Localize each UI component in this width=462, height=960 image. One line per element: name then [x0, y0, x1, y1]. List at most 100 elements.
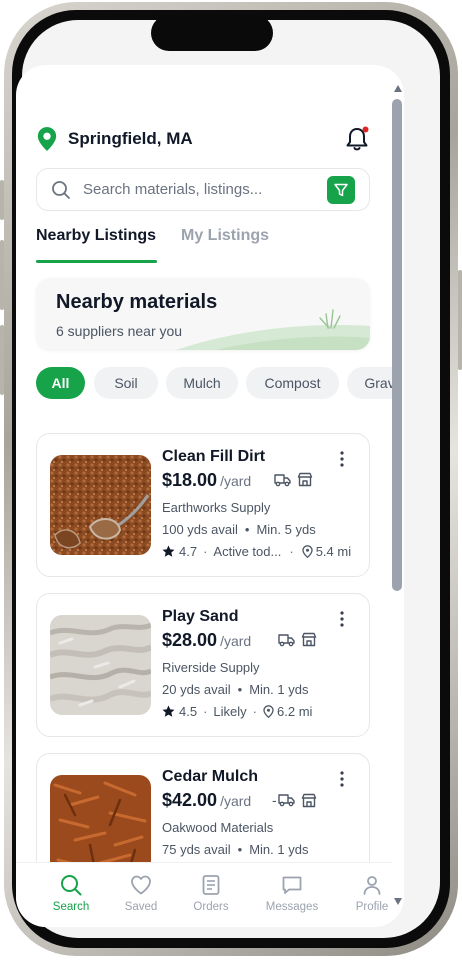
heart-icon [131, 875, 151, 895]
nav-messages-label: Messages [265, 901, 319, 913]
delivery-prefix: - [272, 792, 277, 808]
filter-icon [334, 183, 348, 197]
more-options-icon[interactable] [339, 451, 345, 467]
search-icon [61, 875, 82, 896]
listing-image-play-sand [50, 615, 151, 715]
minimum-order: Min. 1 yds [249, 682, 309, 697]
listing-title[interactable]: Play Sand [162, 608, 238, 626]
notification-bell-icon[interactable] [344, 125, 370, 153]
chip-soil[interactable]: Soil [94, 367, 158, 399]
supplier-name[interactable]: Oakwood Materials [162, 820, 273, 835]
location-pin-icon[interactable] [36, 126, 58, 152]
location-label[interactable]: Springfield, MA [68, 129, 193, 149]
listing-title[interactable]: Cedar Mulch [162, 768, 258, 786]
pickup-store-icon [301, 793, 316, 807]
listing-tabs: Nearby Listings My Listings [36, 227, 376, 267]
nav-orders-label: Orders [193, 901, 229, 913]
listing-meta: 4.5 · Likely · 6.2 mi [162, 704, 312, 719]
rating-value: 4.7 [179, 544, 198, 559]
pickup-store-icon [297, 472, 313, 487]
fulfillment-icons [274, 472, 313, 487]
banner-title: Nearby materials [56, 291, 218, 313]
price-unit: /yard [220, 473, 252, 489]
listing-price: $28.00/yard [162, 630, 251, 651]
scrollbar-thumb[interactable] [392, 99, 402, 591]
nav-search[interactable]: Search [36, 873, 106, 913]
availability: 100 yds avail • Min. 5 yds [162, 522, 316, 537]
filter-button[interactable] [327, 176, 355, 204]
star-icon [162, 545, 175, 557]
minimum-order: Min. 5 yds [256, 522, 316, 537]
scroll-down-arrow-icon[interactable] [394, 898, 402, 905]
rating-value: 4.5 [179, 704, 198, 719]
delivery-truck-icon [278, 633, 295, 646]
vertical-scrollbar[interactable] [392, 85, 404, 905]
listing-image-fill-dirt [50, 455, 151, 555]
listing-price: $18.00/yard [162, 470, 251, 491]
chip-all[interactable]: All [36, 367, 85, 399]
price-value: $18.00 [162, 470, 218, 490]
nav-profile-label: Profile [355, 901, 389, 913]
grass-hill-illustration [176, 309, 370, 350]
listing-card[interactable]: Play Sand $28.00/yard Riverside Supply 2… [36, 593, 370, 737]
search-bar[interactable] [36, 168, 370, 211]
supplier-name[interactable]: Riverside Supply [162, 660, 260, 675]
supplier-name[interactable]: Earthworks Supply [162, 500, 270, 515]
available-quantity: 20 yds avail [162, 682, 231, 697]
listing-image-cedar-mulch [50, 775, 151, 875]
bottom-navigation: Search Saved Orders Messages Profile [16, 862, 392, 927]
nav-search-label: Search [52, 901, 90, 913]
delivery-truck-icon [274, 473, 291, 486]
dynamic-island [151, 15, 273, 51]
delivery-truck-icon [277, 794, 295, 807]
price-unit: /yard [220, 793, 252, 809]
pickup-store-icon [301, 632, 317, 647]
nav-orders[interactable]: Orders [176, 873, 246, 913]
side-button-right [458, 270, 462, 370]
fulfillment-icons [278, 632, 317, 647]
distance: 5.4 mi [315, 544, 352, 559]
star-icon [162, 705, 175, 717]
minimum-order: Min. 1 yds [249, 842, 309, 857]
price-value: $42.00 [162, 790, 218, 810]
price-value: $28.00 [162, 630, 218, 650]
side-button-left-2 [0, 240, 4, 310]
more-options-icon[interactable] [339, 771, 345, 787]
map-pin-icon [263, 705, 274, 718]
map-pin-icon [302, 545, 313, 558]
side-button-left-3 [0, 325, 4, 395]
nav-saved[interactable]: Saved [106, 873, 176, 913]
app-screen: Springfield, MA Nearby Listings My Listi… [16, 65, 404, 927]
availability: 75 yds avail • Min. 1 yds [162, 842, 309, 857]
chip-mulch[interactable]: Mulch [166, 367, 238, 399]
more-options-icon[interactable] [339, 611, 345, 627]
listing-price: $42.00/yard [162, 790, 251, 811]
active-tab-indicator [36, 260, 157, 263]
tab-my-listings[interactable]: My Listings [181, 227, 269, 245]
scroll-up-arrow-icon[interactable] [394, 85, 402, 92]
listing-title[interactable]: Clean Fill Dirt [162, 448, 265, 466]
nav-saved-label: Saved [124, 901, 158, 913]
availability: 20 yds avail • Min. 1 yds [162, 682, 309, 697]
category-filter-chips: All Soil Mulch Compost Gravel [36, 367, 392, 399]
search-input[interactable] [83, 181, 319, 198]
fulfillment-icons: - [272, 792, 317, 808]
chip-gravel[interactable]: Gravel [347, 367, 392, 399]
available-quantity: 100 yds avail [162, 522, 238, 537]
listing-card[interactable]: Clean Fill Dirt $18.00/yard Earthworks S… [36, 433, 370, 577]
tab-nearby-listings[interactable]: Nearby Listings [36, 227, 156, 245]
nearby-materials-banner: Nearby materials 6 suppliers near you [36, 278, 370, 350]
price-unit: /yard [220, 633, 252, 649]
distance: 6.2 mi [277, 704, 313, 719]
profile-icon [363, 876, 381, 895]
location-header: Springfield, MA [36, 125, 370, 153]
banner-subtitle: 6 suppliers near you [56, 323, 183, 339]
orders-icon [202, 875, 220, 895]
side-button-left-1 [0, 180, 4, 220]
chip-compost[interactable]: Compost [246, 367, 339, 399]
message-icon [282, 876, 302, 894]
search-icon [52, 180, 70, 199]
listing-meta: 4.7 · Active tod... · 5.4 mi [162, 544, 351, 559]
notification-dot [362, 126, 369, 133]
nav-messages[interactable]: Messages [257, 873, 327, 913]
